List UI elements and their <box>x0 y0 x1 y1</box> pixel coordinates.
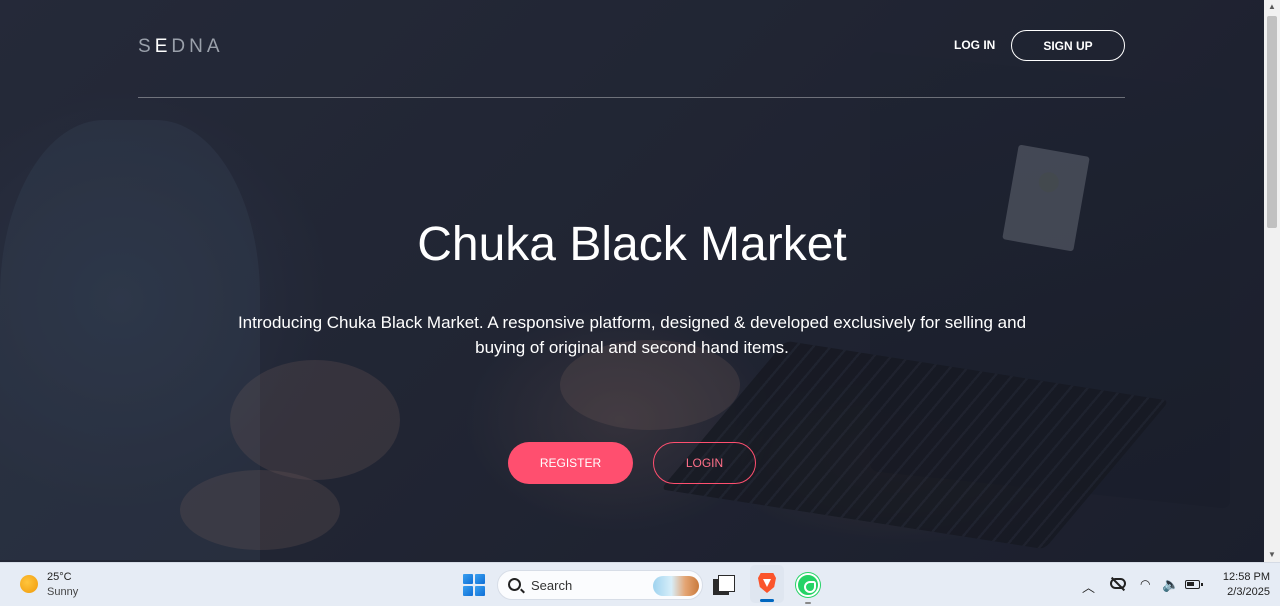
hero-subtitle: Introducing Chuka Black Market. A respon… <box>237 313 1027 357</box>
page-scrollbar[interactable]: ▲ ▼ <box>1264 0 1280 562</box>
nav-login-link[interactable]: LOG IN <box>954 38 995 52</box>
nav-divider <box>138 97 1125 98</box>
system-clock[interactable]: 12:58 PM 2/3/2025 <box>1208 570 1270 600</box>
weather-widget[interactable]: 25°C Sunny <box>18 571 108 601</box>
onedrive-offline-icon[interactable] <box>1110 578 1126 589</box>
sun-icon <box>20 575 38 593</box>
clock-time: 12:58 PM <box>1222 571 1270 583</box>
active-app-indicator <box>760 599 774 602</box>
windows-taskbar: 25°C Sunny Search ︿ ◠ 🔈 12:58 PM 2/3/202… <box>0 562 1280 606</box>
weather-temperature: 25°C <box>47 571 72 583</box>
logo-prefix: S <box>138 36 155 57</box>
wifi-icon[interactable]: ◠ <box>1140 577 1150 591</box>
logo-highlight: E <box>154 36 172 57</box>
show-hidden-icons-chevron-icon[interactable]: ︿ <box>1082 577 1095 596</box>
logo-suffix: DNA <box>171 36 224 57</box>
search-placeholder: Search <box>531 578 573 593</box>
landing-page: SEDNA LOG IN SIGN UP Chuka Black Market … <box>0 0 1264 562</box>
file-explorer-icon[interactable] <box>713 575 735 595</box>
nav-signup-button[interactable]: SIGN UP <box>1011 30 1125 61</box>
open-app-indicator <box>805 602 811 604</box>
scroll-thumb[interactable] <box>1267 16 1277 228</box>
scroll-up-arrow-icon[interactable]: ▲ <box>1264 0 1280 14</box>
weather-condition: Sunny <box>47 586 79 598</box>
hero-overlay <box>0 0 1264 562</box>
site-logo[interactable]: SEDNA <box>138 36 224 58</box>
windows-start-icon[interactable] <box>463 574 485 596</box>
volume-icon[interactable]: 🔈 <box>1162 576 1179 593</box>
search-highlight-image <box>653 576 699 596</box>
brave-browser-icon[interactable] <box>750 565 784 603</box>
scroll-down-arrow-icon[interactable]: ▼ <box>1264 548 1280 562</box>
clock-date: 2/3/2025 <box>1227 586 1270 598</box>
battery-icon[interactable] <box>1185 580 1203 589</box>
top-navbar: SEDNA LOG IN SIGN UP <box>138 30 1125 62</box>
hero-title: Chuka Black Market <box>417 218 847 271</box>
brave-lion-icon <box>758 573 776 593</box>
whatsapp-icon[interactable] <box>796 573 820 597</box>
register-button[interactable]: REGISTER <box>508 442 633 484</box>
search-icon <box>508 578 521 591</box>
login-button[interactable]: LOGIN <box>653 442 756 484</box>
taskbar-search-box[interactable]: Search <box>497 570 703 600</box>
